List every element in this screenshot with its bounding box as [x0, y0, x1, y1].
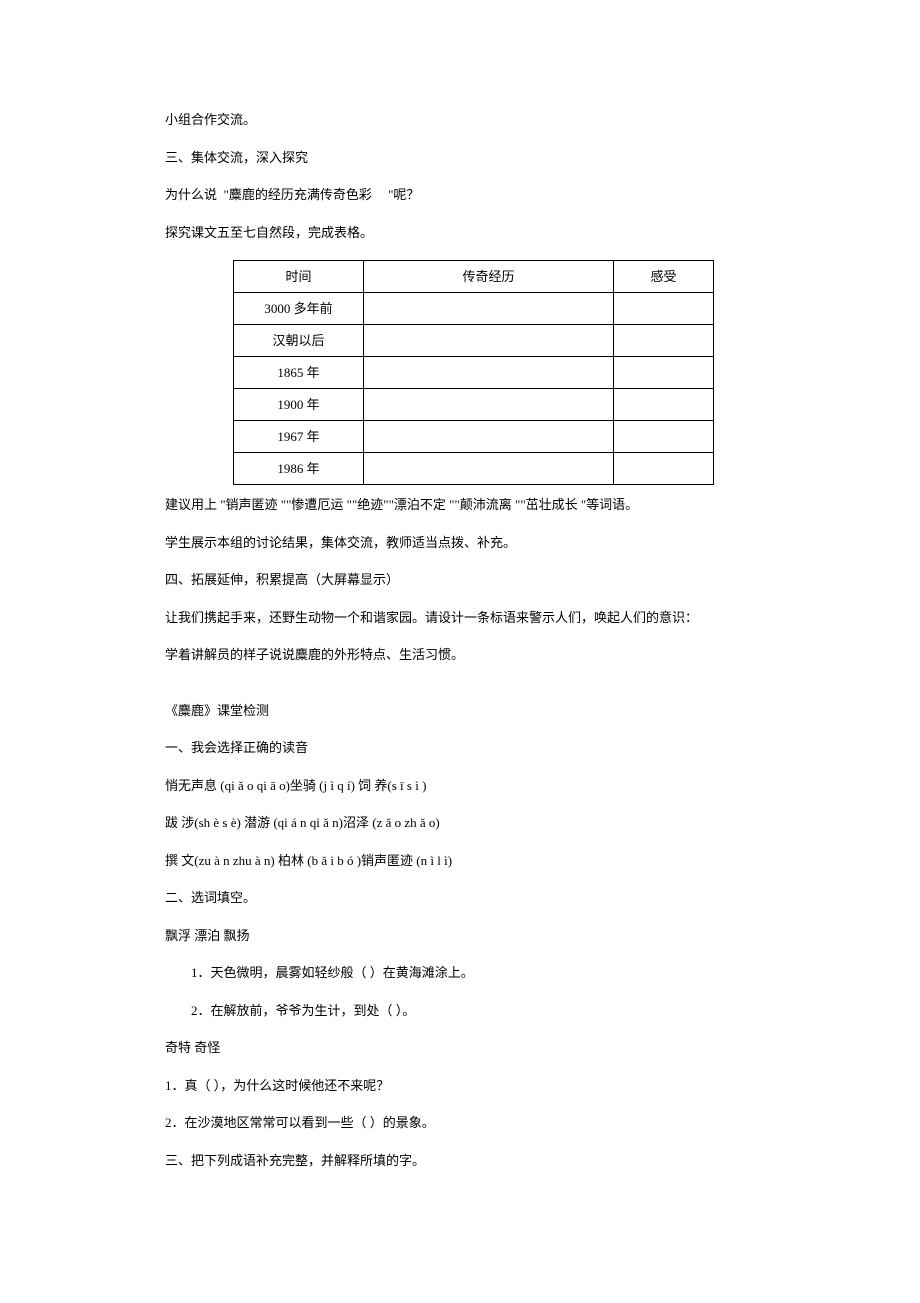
- table-cell: 1865 年: [234, 357, 364, 389]
- paragraph: 小组合作交流。: [165, 110, 755, 130]
- table-header-cell: 感受: [614, 261, 714, 293]
- table-cell: [614, 453, 714, 485]
- list-item: 2．在解放前，爷爷为生计，到处（ ）。: [165, 1001, 755, 1021]
- spacer: [165, 683, 755, 701]
- table-cell: [364, 421, 614, 453]
- paragraph: 学生展示本组的讨论结果，集体交流，教师适当点拨、补充。: [165, 533, 755, 553]
- timeline-table-wrap: 时间 传奇经历 感受 3000 多年前 汉朝以后 1865 年 1900 年: [233, 260, 755, 485]
- paragraph: 飘浮 漂泊 飘扬: [165, 926, 755, 946]
- paragraph: 奇特 奇怪: [165, 1038, 755, 1058]
- paragraph: 为什么说 "麋鹿的经历充满传奇色彩 "呢？: [165, 185, 755, 205]
- heading-q2: 二、选词填空。: [165, 888, 755, 908]
- table-cell: 汉朝以后: [234, 325, 364, 357]
- text: 麋鹿的经历充满传奇色彩: [229, 187, 372, 202]
- test-title: 《麋鹿》课堂检测: [165, 701, 755, 721]
- table-cell: 1967 年: [234, 421, 364, 453]
- table-cell: [614, 389, 714, 421]
- table-cell: [364, 293, 614, 325]
- table-cell: [364, 389, 614, 421]
- table-cell: [614, 293, 714, 325]
- table-cell: [614, 421, 714, 453]
- table-cell: [614, 325, 714, 357]
- table-row: 1900 年: [234, 389, 714, 421]
- heading-q1: 一、我会选择正确的读音: [165, 738, 755, 758]
- table-cell: [614, 357, 714, 389]
- table-cell: [364, 453, 614, 485]
- list-item: 2．在沙漠地区常常可以看到一些（ ）的景象。: [165, 1113, 755, 1133]
- table-header-cell: 时间: [234, 261, 364, 293]
- heading-section-3: 三、集体交流，深入探究: [165, 148, 755, 168]
- table-row: 汉朝以后: [234, 325, 714, 357]
- paragraph: 悄无声息 (qi ǎ o qi ā o)坐骑 (j ì q í) 饲 养(s ī…: [165, 776, 755, 796]
- table-row: 1967 年: [234, 421, 714, 453]
- table-cell: 1900 年: [234, 389, 364, 421]
- text: [375, 187, 388, 202]
- text: ": [220, 187, 229, 202]
- heading-q3: 三、把下列成语补充完整，并解释所填的字。: [165, 1151, 755, 1171]
- table-row: 1986 年: [234, 453, 714, 485]
- paragraph: 撰 文(zu à n zhu à n) 柏林 (b ǎ i b ó )销声匿迹 …: [165, 851, 755, 871]
- paragraph: 建议用上 "销声匿迹 ""惨遭厄运 ""绝迹""漂泊不定 ""颠沛流离 ""茁壮…: [165, 495, 755, 515]
- table-row: 3000 多年前: [234, 293, 714, 325]
- table-header-cell: 传奇经历: [364, 261, 614, 293]
- text: "呢？: [388, 187, 419, 202]
- table-cell: [364, 357, 614, 389]
- paragraph: 学着讲解员的样子说说麋鹿的外形特点、生活习惯。: [165, 645, 755, 665]
- table-cell: 1986 年: [234, 453, 364, 485]
- page: 小组合作交流。 三、集体交流，深入探究 为什么说 "麋鹿的经历充满传奇色彩 "呢…: [0, 0, 920, 1303]
- table-row: 1865 年: [234, 357, 714, 389]
- table-cell: 3000 多年前: [234, 293, 364, 325]
- paragraph: 探究课文五至七自然段，完成表格。: [165, 223, 755, 243]
- table-header-row: 时间 传奇经历 感受: [234, 261, 714, 293]
- list-item: 1．天色微明，晨雾如轻纱般（ ）在黄海滩涂上。: [165, 963, 755, 983]
- text: 为什么说: [165, 187, 217, 202]
- table-cell: [364, 325, 614, 357]
- paragraph: 让我们携起手来，还野生动物一个和谐家园。请设计一条标语来警示人们，唤起人们的意识…: [165, 608, 755, 628]
- timeline-table: 时间 传奇经历 感受 3000 多年前 汉朝以后 1865 年 1900 年: [233, 260, 714, 485]
- list-item: 1．真（ ），为什么这时候他还不来呢？: [165, 1076, 755, 1096]
- heading-section-4: 四、拓展延伸，积累提高（大屏幕显示）: [165, 570, 755, 590]
- paragraph: 跋 涉(sh è s è) 潜游 (qi á n qi ǎ n)沼泽 (z ǎ …: [165, 813, 755, 833]
